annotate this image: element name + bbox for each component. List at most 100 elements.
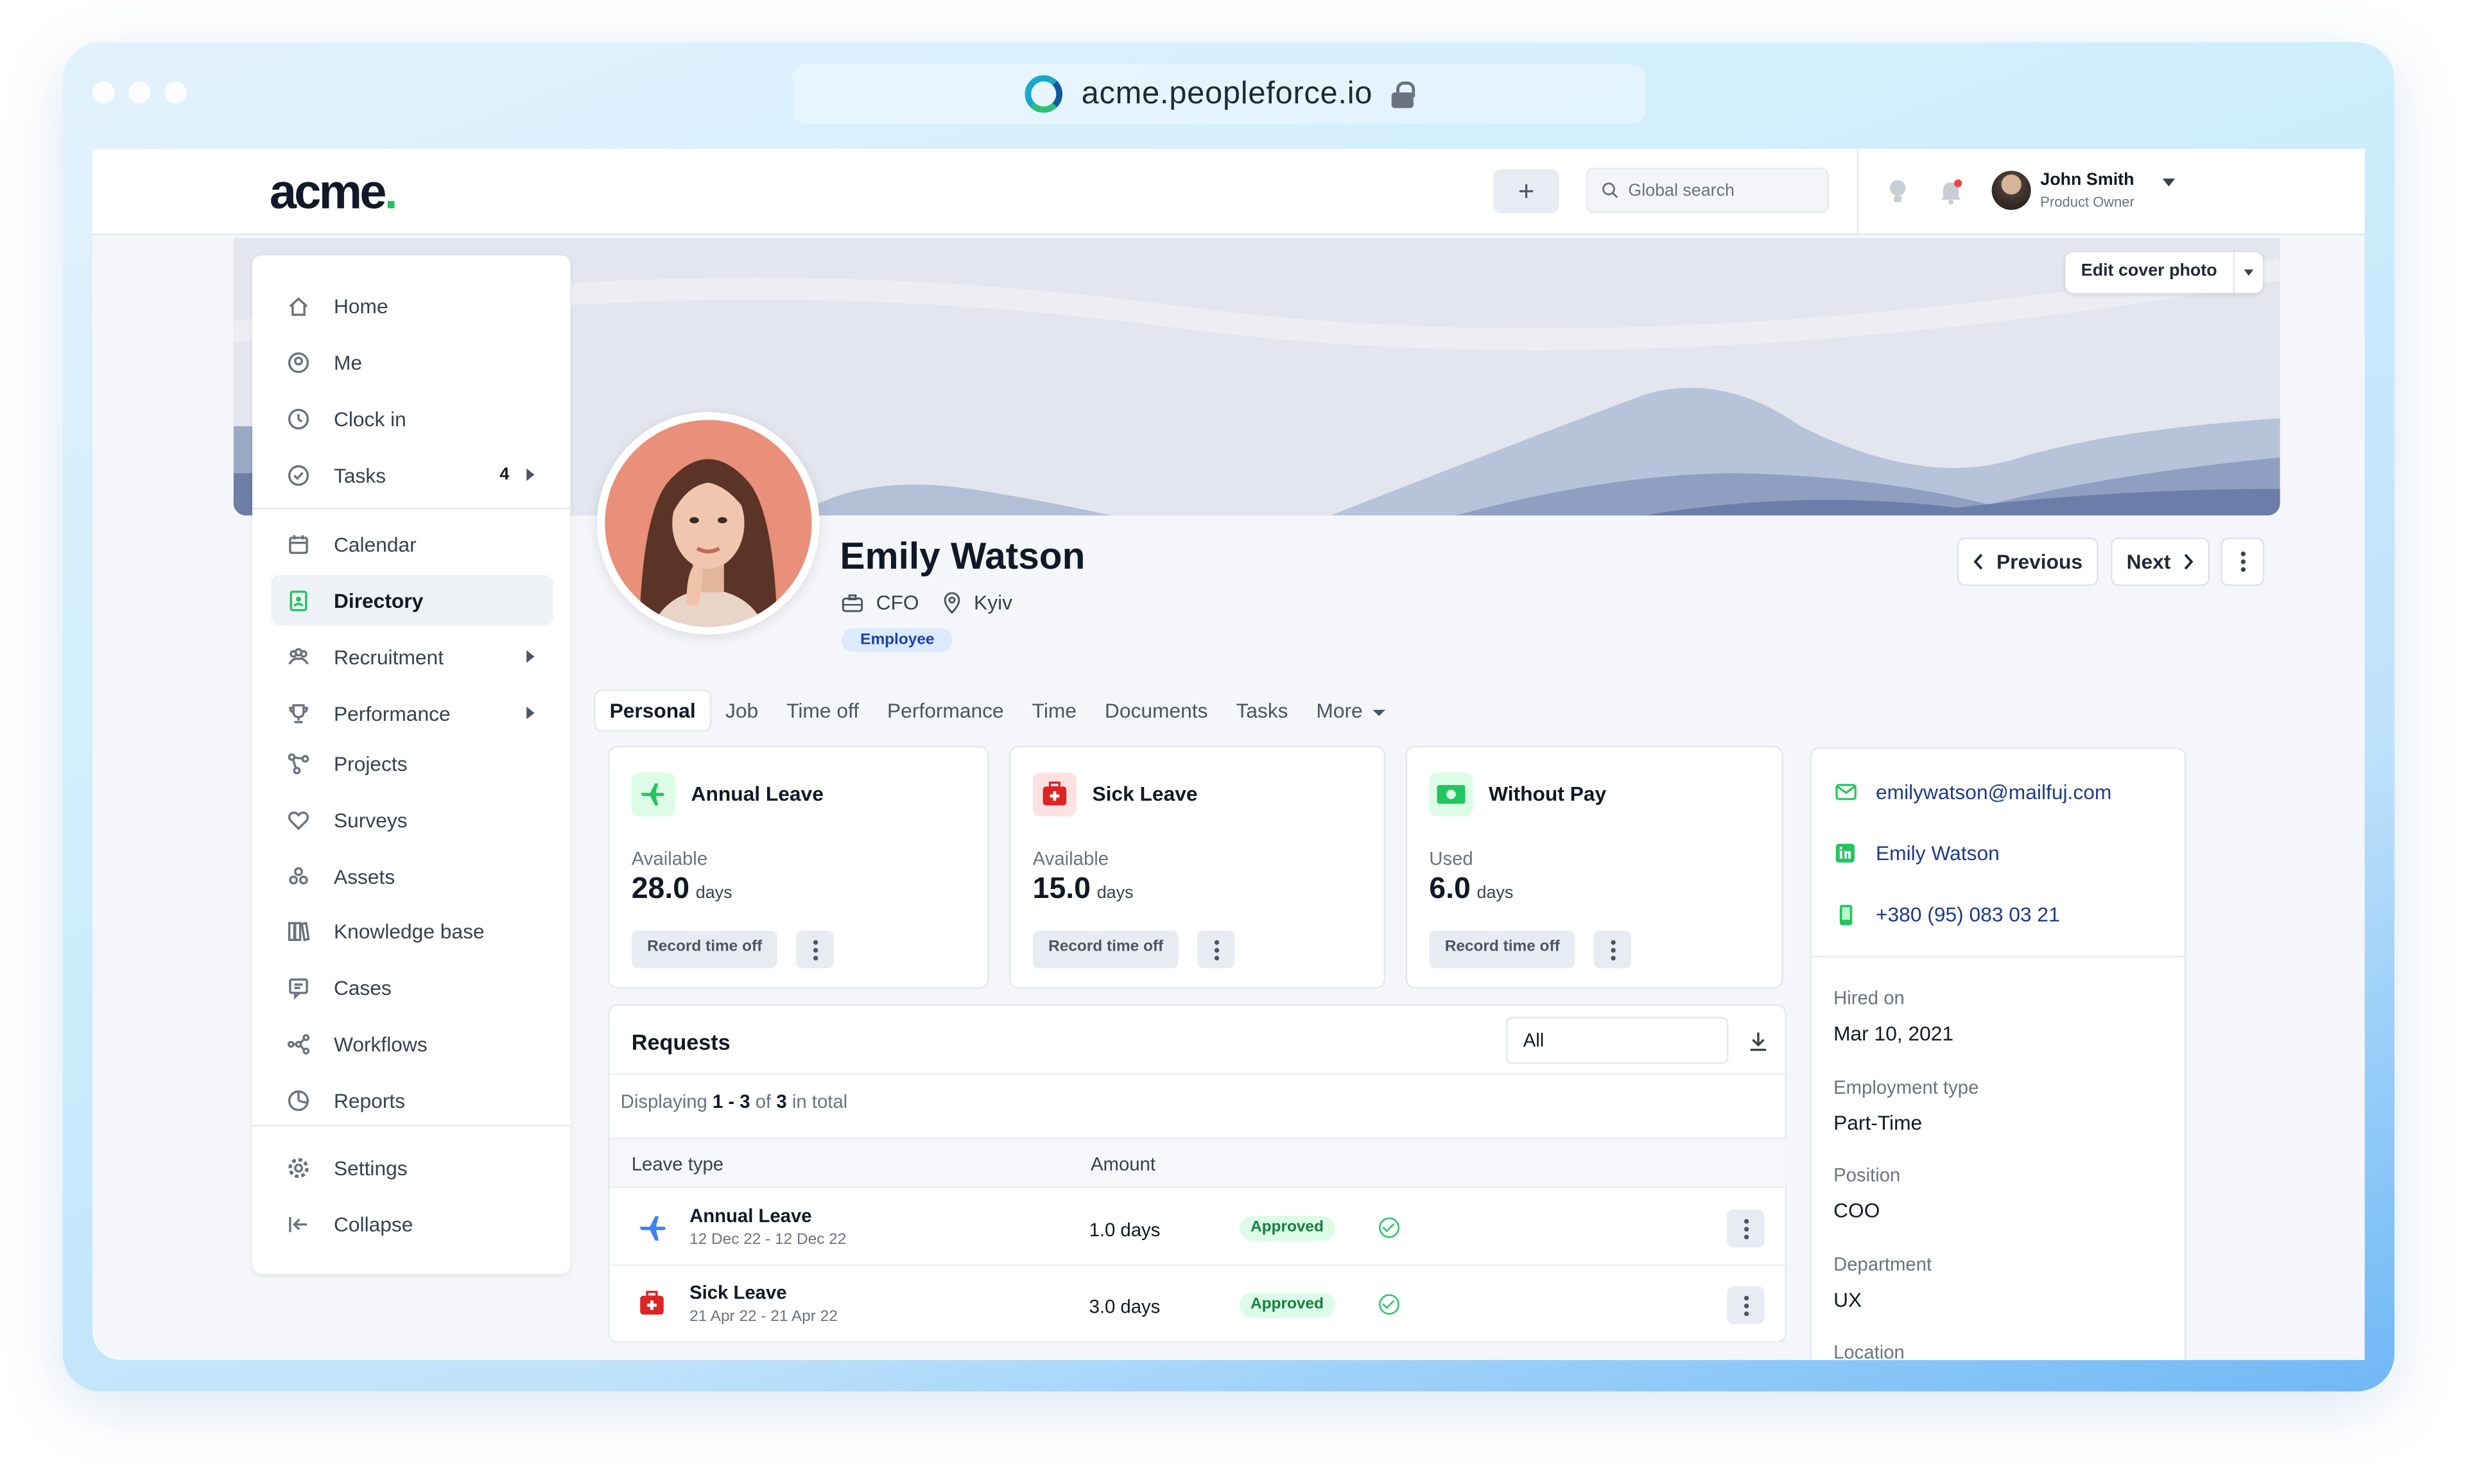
table-row[interactable]: Sick Leave 21 Apr 22 - 21 Apr 22 3.0 days A…: [609, 1266, 1788, 1343]
chevron-right-icon: [2185, 553, 2194, 570]
tab-documents[interactable]: Documents: [1091, 691, 1222, 730]
sidebar-item-home[interactable]: Home: [271, 280, 553, 331]
contact-info-card: emilywatson@mailfuj.com Emily Watson +38…: [1810, 747, 2188, 1360]
tab-label: Job: [725, 698, 759, 723]
record-time-off-button[interactable]: Record time off: [631, 931, 778, 969]
tab-time[interactable]: Time: [1018, 691, 1091, 730]
tab-label: Time off: [786, 698, 860, 723]
chevron-left-icon: [1973, 553, 1983, 570]
row-amount: 3.0 days: [1089, 1295, 1161, 1318]
minimize-dot[interactable]: [128, 81, 151, 104]
previous-button[interactable]: Previous: [1957, 537, 2099, 586]
user-name[interactable]: John Smith: [2040, 171, 2134, 189]
total-count: 3: [776, 1091, 787, 1113]
tab-label: Time: [1032, 698, 1077, 723]
info-label: Location: [1833, 1341, 1905, 1360]
sidebar-item-performance[interactable]: Performance: [271, 688, 553, 738]
chevron-down-icon: [1372, 709, 1385, 716]
linkedin-contact[interactable]: Emily Watson: [1833, 841, 2000, 865]
tab-performance[interactable]: Performance: [873, 691, 1018, 730]
chat-icon: [289, 978, 308, 999]
home-icon: [289, 296, 308, 315]
books-icon: [288, 920, 310, 941]
record-time-off-button[interactable]: Record time off: [1032, 931, 1179, 969]
bell-icon[interactable]: [1934, 174, 1968, 209]
profile-tabs: Personal Job Time off Performance Time Docume…: [594, 689, 1399, 732]
email-contact[interactable]: emilywatson@mailfuj.com: [1833, 781, 2111, 804]
kebab-icon[interactable]: [1593, 931, 1632, 969]
kebab-icon[interactable]: [796, 931, 834, 969]
sidebar-item-settings[interactable]: Settings: [271, 1143, 553, 1193]
sidebar-item-knowledge-base[interactable]: Knowledge base: [271, 906, 553, 956]
col-amount[interactable]: Amount: [1091, 1153, 1156, 1175]
kebab-icon[interactable]: [1727, 1286, 1765, 1324]
next-button[interactable]: Next: [2111, 537, 2210, 586]
sidebar-item-workflows[interactable]: Workflows: [271, 1019, 553, 1069]
tab-tasks[interactable]: Tasks: [1222, 691, 1302, 730]
sidebar-item-recruitment[interactable]: Recruitment: [271, 632, 553, 682]
table-row[interactable]: Annual Leave 12 Dec 22 - 12 Dec 22 1.0 day…: [609, 1189, 1788, 1266]
tab-job[interactable]: Job: [711, 691, 772, 730]
leave-card-value: 15.0 days: [1033, 873, 1134, 908]
sidebar-item-label: Cases: [333, 975, 392, 999]
user-avatar[interactable]: [1991, 171, 2031, 211]
chevron-right-icon[interactable]: [526, 706, 535, 720]
sidebar-item-clock-in[interactable]: Clock in: [271, 393, 553, 444]
collapse-icon: [289, 1216, 307, 1232]
col-leave-type[interactable]: Leave type: [632, 1153, 723, 1175]
window-controls: [92, 81, 187, 104]
sidebar-item-label: Collapse: [333, 1212, 413, 1236]
phone-contact[interactable]: +380 (95) 083 03 21: [1833, 902, 2060, 926]
row-leave-type: Annual Leave: [689, 1205, 812, 1227]
sidebar-item-label: Tasks: [333, 463, 386, 487]
chevron-right-icon[interactable]: [526, 650, 535, 663]
download-icon[interactable]: [1749, 1031, 1767, 1051]
sidebar-item-assets[interactable]: Assets: [271, 851, 553, 901]
brand-logo[interactable]: acme.: [270, 164, 398, 221]
sidebar-item-label: Knowledge base: [333, 919, 485, 943]
directory-icon: [290, 589, 307, 611]
requests-filter-select[interactable]: All: [1505, 1017, 1729, 1064]
tab-time-off[interactable]: Time off: [772, 691, 873, 730]
edit-cover-photo-button[interactable]: Edit cover photo: [2065, 252, 2263, 293]
sidebar-item-calendar[interactable]: Calendar: [271, 519, 553, 569]
tab-more[interactable]: More: [1302, 691, 1398, 730]
leave-value: 28.0: [631, 872, 690, 906]
divider: [1811, 956, 2188, 958]
sidebar-item-surveys[interactable]: Surveys: [271, 795, 553, 845]
tab-label: Performance: [887, 698, 1004, 723]
kebab-icon[interactable]: [1197, 931, 1235, 969]
row-dates: 21 Apr 22 - 21 Apr 22: [689, 1308, 838, 1326]
more-actions-button[interactable]: [2221, 537, 2265, 586]
sidebar-item-me[interactable]: Me: [271, 337, 553, 387]
chevron-right-icon[interactable]: [526, 468, 535, 481]
sidebar-item-cases[interactable]: Cases: [271, 962, 553, 1012]
heart-icon: [288, 811, 309, 830]
leave-card-value: 28.0 days: [632, 873, 732, 908]
sidebar-item-collapse[interactable]: Collapse: [271, 1198, 553, 1248]
close-dot[interactable]: [92, 81, 115, 104]
chevron-down-icon[interactable]: [2234, 252, 2262, 293]
lightbulb-icon[interactable]: [1880, 174, 1915, 209]
maximize-dot[interactable]: [164, 81, 187, 104]
info-label: Employment type: [1833, 1075, 1979, 1098]
sidebar-item-projects[interactable]: Projects: [271, 738, 553, 788]
record-time-off-button[interactable]: Record time off: [1429, 931, 1576, 969]
address-bar[interactable]: acme.peopleforce.io: [793, 64, 1646, 124]
url-text: acme.peopleforce.io: [1081, 76, 1373, 111]
sidebar-item-directory[interactable]: Directory: [271, 574, 553, 625]
tab-personal[interactable]: Personal: [594, 689, 712, 732]
add-button[interactable]: +: [1493, 169, 1559, 213]
sidebar-item-label: Performance: [333, 701, 451, 725]
user-menu-chevron-down-icon[interactable]: [2162, 178, 2176, 187]
sidebar-item-reports[interactable]: Reports: [271, 1075, 553, 1125]
kebab-icon[interactable]: [1727, 1209, 1765, 1248]
profile-photo[interactable]: [597, 412, 820, 635]
sidebar-item-tasks[interactable]: Tasks 4: [271, 450, 553, 500]
employee-meta: CFO Kyiv: [842, 591, 1012, 614]
row-dates: 12 Dec 22 - 12 Dec 22: [689, 1231, 847, 1249]
sidebar-item-label: Calendar: [333, 531, 417, 556]
info-value: COO: [1833, 1198, 1880, 1223]
global-search-input[interactable]: Global search: [1586, 168, 1829, 213]
assets-icon: [289, 866, 308, 884]
